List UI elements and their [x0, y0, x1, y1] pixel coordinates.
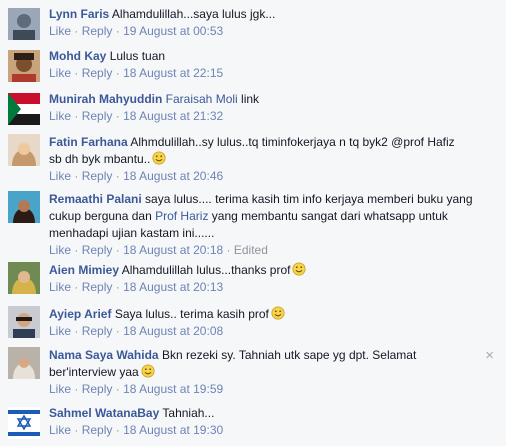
- reply-link[interactable]: Reply: [82, 169, 113, 183]
- separator: ·: [74, 109, 79, 123]
- reply-link[interactable]: Reply: [82, 24, 113, 38]
- avatar[interactable]: [8, 8, 40, 40]
- comment-author[interactable]: Aien Mimiey: [49, 263, 119, 277]
- avatar[interactable]: [8, 407, 40, 439]
- like-link[interactable]: Like: [49, 109, 71, 123]
- like-link[interactable]: Like: [49, 280, 71, 294]
- separator: ·: [115, 24, 120, 38]
- timestamp-link[interactable]: 18 August at 19:59: [123, 382, 223, 396]
- separator: ·: [115, 382, 120, 396]
- comment-text: Lulus tuan: [109, 49, 166, 63]
- comment-author[interactable]: Sahmel WatanaBay: [49, 406, 159, 420]
- reply-link[interactable]: Reply: [82, 382, 113, 396]
- separator: ·: [115, 324, 120, 338]
- comment-text: Tahniah...: [162, 406, 215, 420]
- separator: ·: [74, 423, 79, 437]
- avatar[interactable]: [8, 93, 40, 125]
- avatar[interactable]: [8, 347, 40, 379]
- comment-text: Alhamdulillah lulus...thanks prof: [121, 263, 291, 277]
- comment-author[interactable]: Ayiep Arief: [49, 307, 111, 321]
- like-link[interactable]: Like: [49, 324, 71, 338]
- smiley-icon: [271, 306, 285, 320]
- separator: ·: [115, 66, 120, 80]
- comment-author[interactable]: Nama Saya Wahida: [49, 348, 159, 362]
- comment-author[interactable]: Remaathi Palani: [49, 192, 142, 206]
- comment-author[interactable]: Mohd Kay: [49, 49, 106, 63]
- separator: ·: [115, 280, 120, 294]
- separator: ·: [115, 109, 120, 123]
- comment-text: Saya lulus.. terima kasih prof: [114, 307, 269, 321]
- reply-link[interactable]: Reply: [82, 423, 113, 437]
- separator: ·: [115, 423, 120, 437]
- smiley-icon: [141, 364, 155, 378]
- separator: ·: [74, 280, 79, 294]
- comment-text: Alhamdulillah...saya lulus jgk...: [111, 7, 276, 21]
- timestamp-link[interactable]: 18 August at 20:18: [123, 243, 223, 257]
- like-link[interactable]: Like: [49, 24, 71, 38]
- comment-author[interactable]: Fatin Farhana: [49, 135, 128, 149]
- reply-link[interactable]: Reply: [82, 243, 113, 257]
- timestamp-link[interactable]: 18 August at 22:15: [123, 66, 223, 80]
- tagged-user-link[interactable]: Faraisah Moli: [166, 92, 238, 106]
- avatar[interactable]: [8, 50, 40, 82]
- reply-link[interactable]: Reply: [82, 66, 113, 80]
- avatar[interactable]: [8, 306, 40, 338]
- smiley-icon: [152, 151, 166, 165]
- reply-link[interactable]: Reply: [82, 280, 113, 294]
- avatar[interactable]: [8, 134, 40, 166]
- reply-link[interactable]: Reply: [82, 109, 113, 123]
- separator: ·: [74, 324, 79, 338]
- tagged-user-link[interactable]: Prof Hariz: [155, 209, 208, 223]
- timestamp-link[interactable]: 18 August at 21:32: [123, 109, 223, 123]
- timestamp-link[interactable]: 18 August at 20:08: [123, 324, 223, 338]
- separator: ·: [74, 24, 79, 38]
- comment-text: link: [241, 92, 260, 106]
- separator: ·: [74, 243, 79, 257]
- close-icon[interactable]: ×: [485, 348, 494, 363]
- smiley-icon: [292, 262, 307, 276]
- timestamp-link[interactable]: 18 August at 20:46: [123, 169, 223, 183]
- like-link[interactable]: Like: [49, 66, 71, 80]
- edited-label[interactable]: Edited: [234, 243, 268, 257]
- like-link[interactable]: Like: [49, 382, 71, 396]
- separator: ·: [226, 243, 231, 257]
- like-link[interactable]: Like: [49, 423, 71, 437]
- separator: ·: [74, 382, 79, 396]
- avatar[interactable]: [8, 262, 40, 294]
- timestamp-link[interactable]: 18 August at 19:30: [123, 423, 223, 437]
- reply-link[interactable]: Reply: [82, 324, 113, 338]
- timestamp-link[interactable]: 18 August at 20:13: [123, 280, 223, 294]
- comment-author[interactable]: Lynn Faris: [49, 7, 109, 21]
- separator: ·: [74, 169, 79, 183]
- comment-author[interactable]: Munirah Mahyuddin: [49, 92, 162, 106]
- like-link[interactable]: Like: [49, 243, 71, 257]
- avatar[interactable]: [8, 191, 40, 223]
- separator: ·: [115, 243, 120, 257]
- like-link[interactable]: Like: [49, 169, 71, 183]
- separator: ·: [74, 66, 79, 80]
- timestamp-link[interactable]: 19 August at 00:53: [123, 24, 223, 38]
- separator: ·: [115, 169, 120, 183]
